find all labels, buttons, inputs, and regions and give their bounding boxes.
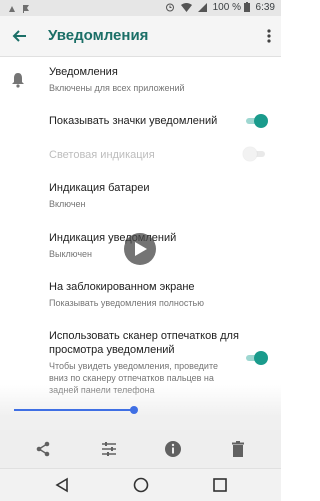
notification-icons: [8, 3, 33, 14]
setting-title: Использовать сканер отпечатков для просм…: [49, 330, 239, 356]
play-icon: [135, 242, 147, 256]
signal-icon: [197, 2, 207, 12]
setting-subtitle: Включены для всех приложений: [49, 83, 185, 93]
setting-show-badges[interactable]: Показывать значки уведомлений: [49, 114, 229, 128]
tune-icon[interactable]: [100, 440, 118, 458]
setting-lock-screen[interactable]: На заблокированном экране Показывать уве…: [49, 280, 259, 309]
setting-title: Показывать значки уведомлений: [49, 115, 218, 127]
seek-bar[interactable]: [14, 405, 138, 415]
alarm-icon: [166, 3, 175, 12]
wifi-icon: [181, 2, 193, 12]
seek-progress: [14, 409, 132, 411]
setting-battery-led[interactable]: Индикация батареи Включен: [49, 181, 259, 210]
badges-switch[interactable]: [244, 114, 268, 128]
page-title: Уведомления: [48, 27, 149, 44]
nav-recents-icon[interactable]: [212, 477, 228, 493]
setting-led: Световая индикация: [49, 148, 229, 162]
status-right: 100 % 6:39: [165, 2, 275, 13]
setting-title: Уведомления: [49, 66, 118, 78]
delete-icon[interactable]: [229, 440, 247, 458]
info-icon[interactable]: [164, 440, 182, 458]
fingerprint-switch[interactable]: [244, 351, 268, 365]
setting-notifications[interactable]: Уведомления Включены для всех приложений: [49, 65, 259, 94]
setting-title: На заблокированном экране: [49, 281, 195, 293]
switch-thumb: [254, 114, 268, 128]
share-icon[interactable]: [34, 440, 52, 458]
nav-home-icon[interactable]: [133, 477, 149, 493]
setting-title: Световая индикация: [49, 149, 155, 161]
switch-thumb: [254, 351, 268, 365]
flag-icon: [22, 5, 29, 14]
status-bar: 100 % 6:39: [0, 0, 281, 16]
setting-subtitle: Показывать уведомления полностью: [49, 298, 204, 308]
nav-back-icon[interactable]: [54, 477, 70, 493]
led-switch: [243, 147, 267, 161]
battery-icon: [243, 2, 250, 13]
bell-icon: [12, 73, 24, 88]
system-nav-bar: [0, 468, 281, 501]
setting-title: Индикация батареи: [49, 182, 150, 194]
setting-subtitle: Включен: [49, 199, 86, 209]
switch-thumb: [243, 147, 257, 161]
more-vert-icon[interactable]: [265, 28, 273, 44]
seek-thumb[interactable]: [130, 406, 138, 414]
back-arrow-icon[interactable]: [10, 26, 30, 46]
triangle-icon: [9, 5, 15, 12]
clock: 6:39: [255, 2, 275, 13]
app-bar: Уведомления: [0, 16, 281, 57]
play-button[interactable]: [124, 233, 156, 265]
media-toolbar: [0, 430, 281, 468]
battery-percent: 100 %: [212, 2, 241, 13]
